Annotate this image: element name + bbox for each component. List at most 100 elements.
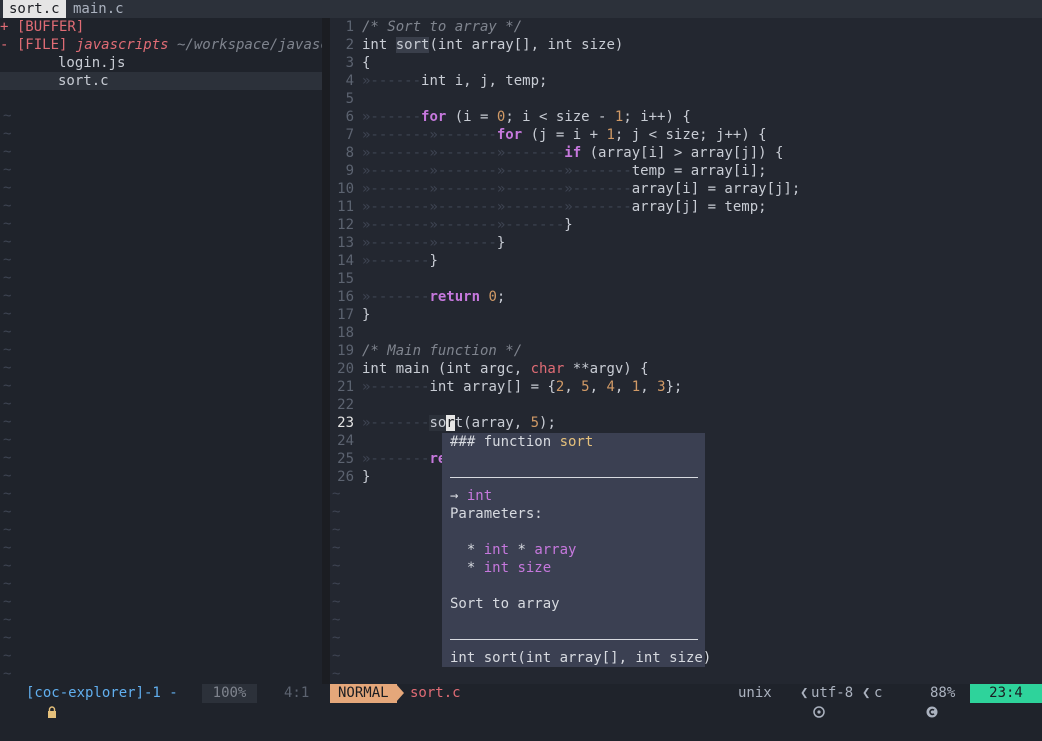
empty-line-marker: ~ — [3, 162, 12, 178]
status-filetype: c — [874, 685, 883, 701]
hover-documentation-popup[interactable]: ### function sort → int Parameters: * in… — [442, 433, 711, 667]
empty-line-marker: ~ — [3, 216, 12, 232]
empty-line-marker: ~ — [332, 666, 341, 682]
explorer-status-percent: 100% — [202, 684, 257, 703]
line-number: 24 — [337, 433, 354, 449]
empty-line-marker: ~ — [332, 522, 341, 538]
line-number: 5 — [345, 91, 354, 107]
empty-line-marker: ~ — [3, 360, 12, 376]
code-line: 7 »-------»-------for (j = i + 1; j < siz… — [330, 126, 1042, 144]
empty-line-marker: ~ — [3, 126, 12, 142]
code-line: 19/* Main function */ — [330, 342, 1042, 360]
empty-line-marker: ~ — [3, 648, 12, 664]
explorer-status-position: 4:1 — [284, 685, 310, 701]
empty-line-marker: ~ — [332, 630, 341, 646]
line-number: 4 — [345, 73, 354, 89]
code-line: 21 »-------int array[] = {2, 5, 4, 1, 3}; — [330, 378, 1042, 396]
empty-line-marker: ~ — [3, 594, 12, 610]
popup-divider — [450, 477, 698, 478]
empty-line-marker: ~ — [332, 540, 341, 556]
explorer-file-sort-c[interactable]: sort.c — [0, 72, 322, 90]
line-number: 10 — [337, 181, 354, 197]
empty-line-marker: ~ — [332, 648, 341, 664]
separator-chevron-icon: ❮ — [800, 685, 809, 701]
line-number: 16 — [337, 289, 354, 305]
explorer-file-login-js[interactable]: login.js — [0, 54, 322, 72]
code-line: 17} — [330, 306, 1042, 324]
empty-line-marker: ~ — [3, 270, 12, 286]
line-number: 9 — [345, 163, 354, 179]
empty-line-marker: ~ — [332, 558, 341, 574]
empty-line-marker: ~ — [3, 396, 12, 412]
explorer-file-prefix: - [FILE] — [0, 37, 76, 53]
line-number: 21 — [337, 379, 354, 395]
status-fileformat: unix — [738, 685, 772, 701]
highlighted-symbol: sort — [395, 37, 430, 53]
file-explorer: + [BUFFER] - [FILE] javascripts ~/worksp… — [0, 18, 322, 684]
empty-line-marker: ~ — [3, 486, 12, 502]
code-line: 5 — [330, 90, 1042, 108]
explorer-file-section[interactable]: - [FILE] javascripts ~/workspace/javascr — [0, 36, 322, 54]
empty-line-marker: ~ — [3, 324, 12, 340]
empty-line-marker: ~ — [3, 306, 12, 322]
code-line: 11 »-------»-------»-------»-------array[… — [330, 198, 1042, 216]
explorer-folder-path: ~/workspace/javascr — [168, 37, 322, 53]
mode-separator-arrow — [396, 684, 404, 702]
empty-line-marker: ~ — [332, 504, 341, 520]
status-filename: sort.c — [410, 685, 461, 701]
empty-line-marker: ~ — [3, 378, 12, 394]
empty-line-marker: ~ — [332, 486, 341, 502]
code-line: 16 »-------return 0; — [330, 288, 1042, 306]
empty-line-marker: ~ — [3, 432, 12, 448]
code-line-current: 23 »-------sort(array, 5); — [337, 415, 556, 431]
line-number: 25 — [337, 451, 354, 467]
code-line: 10 »-------»-------»-------»-------array[… — [330, 180, 1042, 198]
popup-signature: int sort(int array[], int size) — [450, 650, 712, 666]
line-number: 15 — [337, 271, 354, 287]
status-cursor-position: 23:4 — [970, 684, 1042, 703]
code-line: 15 — [330, 270, 1042, 288]
empty-line-marker: ~ — [3, 504, 12, 520]
empty-line-marker: ~ — [3, 252, 12, 268]
tab-main-c[interactable]: main.c — [67, 0, 130, 18]
empty-line-marker: ~ — [3, 576, 12, 592]
code-line: 20 int main (int argc, char **argv) { — [330, 360, 1042, 378]
mode-indicator: NORMAL — [330, 684, 397, 703]
code-line: 8 »-------»-------»-------if (array[i] > … — [330, 144, 1042, 162]
empty-line-marker: ~ — [3, 414, 12, 430]
line-number: 13 — [337, 235, 354, 251]
popup-param-array: * int * array — [450, 542, 577, 558]
tabline: sort.c main.c — [0, 0, 1042, 18]
tab-sort-c[interactable]: sort.c — [3, 0, 66, 18]
empty-line-marker: ~ — [3, 234, 12, 250]
line-number: 22 — [337, 397, 354, 413]
empty-line-marker: ~ — [332, 576, 341, 592]
empty-line-marker: ~ — [3, 522, 12, 538]
explorer-buffer-section[interactable]: + [BUFFER] — [0, 18, 322, 36]
line-number: 11 — [337, 199, 354, 215]
line-number: 26 — [337, 469, 354, 485]
status-encoding: utf-8 — [811, 685, 854, 701]
explorer-folder-name: javascripts — [75, 37, 169, 53]
code-line: 3{ — [330, 54, 1042, 72]
empty-line-marker: ~ — [3, 450, 12, 466]
code-line: 9 »-------»-------»-------»-------temp = … — [330, 162, 1042, 180]
code-line: 4 »------int i, j, temp; — [330, 72, 1042, 90]
empty-line-marker: ~ — [3, 630, 12, 646]
empty-line-marker: ~ — [3, 288, 12, 304]
line-number: 1 — [345, 19, 354, 35]
line-number: 20 — [337, 361, 354, 377]
code-line: 12 »-------»-------»-------} — [330, 216, 1042, 234]
window-separator[interactable] — [322, 18, 330, 684]
line-number: 2 — [345, 37, 354, 53]
line-number: 19 — [337, 343, 354, 359]
explorer-status-label: [coc-explorer]-1 - — [26, 685, 178, 701]
empty-line-marker: ~ — [3, 468, 12, 484]
popup-description: Sort to array — [450, 596, 560, 612]
code-line: 13 »-------»-------} — [330, 234, 1042, 252]
line-number: 18 — [337, 325, 354, 341]
empty-line-marker: ~ — [3, 198, 12, 214]
empty-line-marker: ~ — [332, 594, 341, 610]
empty-line-marker: ~ — [3, 108, 12, 124]
code-line: 2 int sort(int array[], int size) — [330, 36, 1042, 54]
